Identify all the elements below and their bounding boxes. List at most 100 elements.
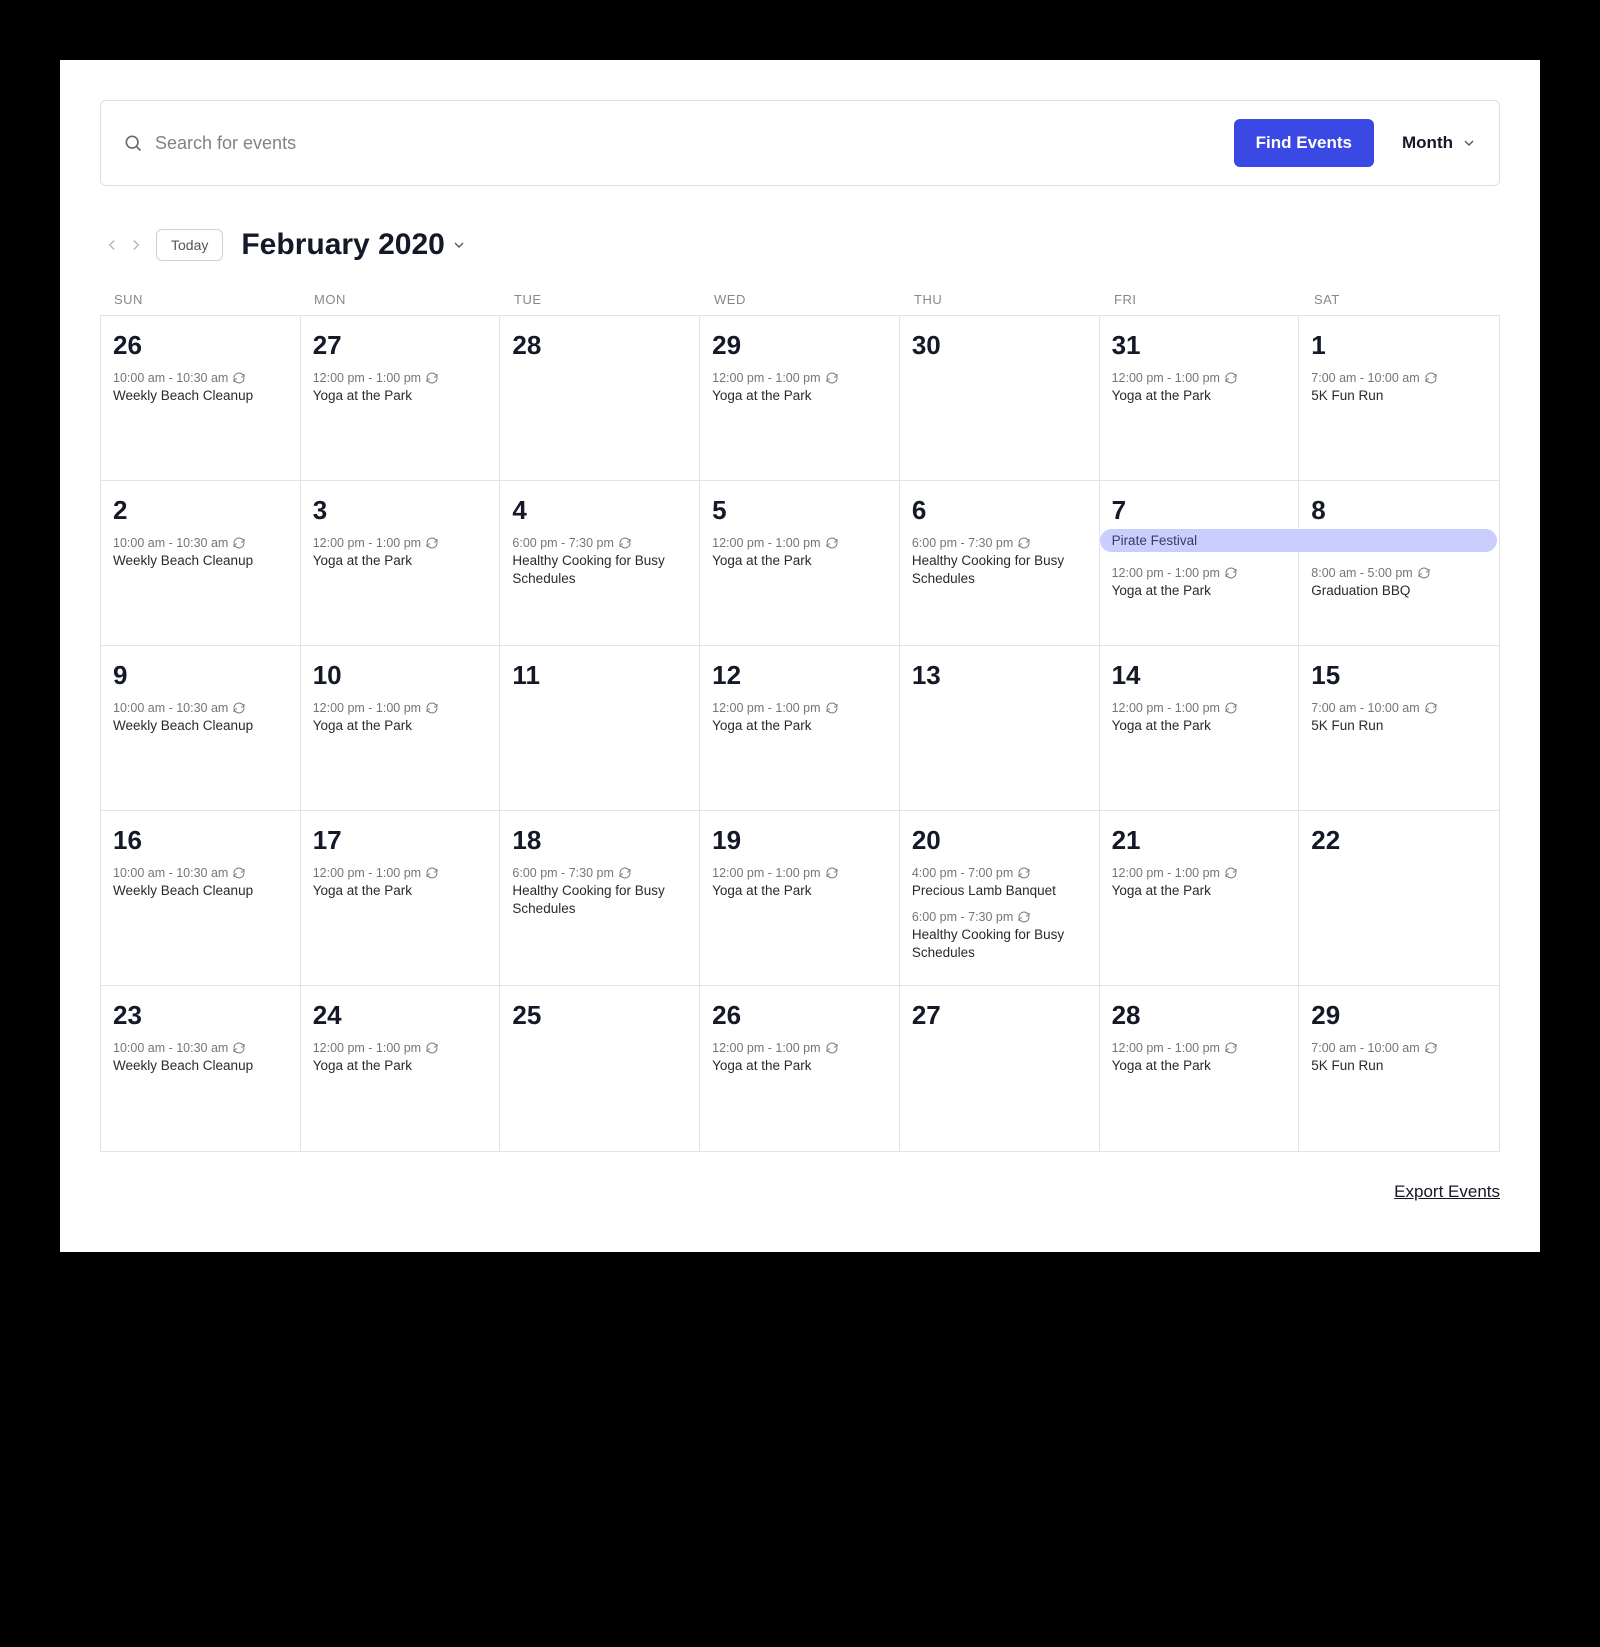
- day-cell[interactable]: 2310:00 am - 10:30 amWeekly Beach Cleanu…: [101, 986, 301, 1151]
- prev-month-button[interactable]: [100, 233, 124, 257]
- day-cell[interactable]: 28: [500, 316, 700, 481]
- event[interactable]: 10:00 am - 10:30 amWeekly Beach Cleanup: [113, 701, 288, 735]
- event[interactable]: 6:00 pm - 7:30 pmHealthy Cooking for Bus…: [512, 866, 687, 918]
- event-time: 6:00 pm - 7:30 pm: [512, 866, 687, 880]
- day-cell[interactable]: 1012:00 pm - 1:00 pmYoga at the Park: [301, 646, 501, 811]
- day-number: 14: [1112, 660, 1287, 691]
- day-number: 29: [712, 330, 887, 361]
- event[interactable]: 10:00 am - 10:30 amWeekly Beach Cleanup: [113, 536, 288, 570]
- day-number: 7: [1112, 495, 1287, 526]
- day-cell[interactable]: 297:00 am - 10:00 am5K Fun Run: [1299, 986, 1499, 1151]
- event[interactable]: 12:00 pm - 1:00 pmYoga at the Park: [313, 371, 488, 405]
- view-selector[interactable]: Month: [1402, 133, 1477, 153]
- export-events-link[interactable]: Export Events: [1394, 1182, 1500, 1201]
- day-cell[interactable]: 30: [900, 316, 1100, 481]
- day-header: WED: [700, 292, 900, 307]
- event-title: Weekly Beach Cleanup: [113, 882, 288, 900]
- day-cell[interactable]: 88:00 am - 5:00 pmGraduation BBQ: [1299, 481, 1499, 646]
- day-number: 9: [113, 660, 288, 691]
- day-cell[interactable]: 312:00 pm - 1:00 pmYoga at the Park: [301, 481, 501, 646]
- recurring-icon: [426, 702, 438, 714]
- event[interactable]: 12:00 pm - 1:00 pmYoga at the Park: [313, 866, 488, 900]
- day-cell[interactable]: 14 12:00 pm - 1:00 pmYoga at the Park: [1100, 646, 1300, 811]
- day-cell[interactable]: 204:00 pm - 7:00 pmPrecious Lamb Banquet…: [900, 811, 1100, 986]
- day-cell[interactable]: 2412:00 pm - 1:00 pmYoga at the Park: [301, 986, 501, 1151]
- event[interactable]: 4:00 pm - 7:00 pmPrecious Lamb Banquet: [912, 866, 1087, 900]
- day-number: 21: [1112, 825, 1287, 856]
- event[interactable]: 12:00 pm - 1:00 pmYoga at the Park: [313, 701, 488, 735]
- recurring-icon: [826, 537, 838, 549]
- day-number: 28: [512, 330, 687, 361]
- event[interactable]: 12:00 pm - 1:00 pmYoga at the Park: [712, 701, 887, 735]
- event-time: 12:00 pm - 1:00 pm: [313, 866, 488, 880]
- recurring-icon: [233, 702, 245, 714]
- day-number: 18: [512, 825, 687, 856]
- day-cell[interactable]: 3112:00 pm - 1:00 pmYoga at the Park: [1100, 316, 1300, 481]
- day-cell[interactable]: 1912:00 pm - 1:00 pmYoga at the Park: [700, 811, 900, 986]
- day-cell[interactable]: 18 6:00 pm - 7:30 pmHealthy Cooking for B…: [500, 811, 700, 986]
- search-input[interactable]: [155, 133, 1218, 154]
- chevron-left-icon: [103, 236, 121, 254]
- recurring-icon: [826, 372, 838, 384]
- day-cell[interactable]: 2612:00 pm - 1:00 pmYoga at the Park: [700, 986, 900, 1151]
- event[interactable]: 12:00 pm - 1:00 pmYoga at the Park: [712, 1041, 887, 1075]
- recurring-icon: [1225, 1042, 1237, 1054]
- day-cell[interactable]: 210:00 am - 10:30 amWeekly Beach Cleanup: [101, 481, 301, 646]
- day-cell[interactable]: 512:00 pm - 1:00 pmYoga at the Park: [700, 481, 900, 646]
- today-button[interactable]: Today: [156, 229, 223, 261]
- event[interactable]: 8:00 am - 5:00 pmGraduation BBQ: [1311, 566, 1487, 600]
- event[interactable]: 12:00 pm - 1:00 pmYoga at the Park: [1112, 566, 1287, 600]
- event[interactable]: 10:00 am - 10:30 amWeekly Beach Cleanup: [113, 1041, 288, 1075]
- event[interactable]: 6:00 pm - 7:30 pmHealthy Cooking for Bus…: [912, 910, 1087, 962]
- day-cell[interactable]: 11: [500, 646, 700, 811]
- day-cell[interactable]: 25: [500, 986, 700, 1151]
- event[interactable]: 6:00 pm - 7:30 pmHealthy Cooking for Bus…: [912, 536, 1087, 588]
- recurring-icon: [426, 1042, 438, 1054]
- event[interactable]: 12:00 pm - 1:00 pmYoga at the Park: [712, 371, 887, 405]
- event-time: 10:00 am - 10:30 am: [113, 866, 288, 880]
- day-cell[interactable]: 2712:00 pm - 1:00 pmYoga at the Park: [301, 316, 501, 481]
- day-cell[interactable]: 157:00 am - 10:00 am5K Fun Run: [1299, 646, 1499, 811]
- day-cell[interactable]: 2610:00 am - 10:30 amWeekly Beach Cleanu…: [101, 316, 301, 481]
- recurring-icon: [1018, 537, 1030, 549]
- event-title: 5K Fun Run: [1311, 1057, 1487, 1075]
- day-number: 22: [1311, 825, 1487, 856]
- event-time: 12:00 pm - 1:00 pm: [712, 701, 887, 715]
- event[interactable]: 7:00 am - 10:00 am5K Fun Run: [1311, 371, 1487, 405]
- day-cell[interactable]: 17:00 am - 10:00 am5K Fun Run: [1299, 316, 1499, 481]
- event-title: Weekly Beach Cleanup: [113, 717, 288, 735]
- multiday-event[interactable]: Pirate Festival: [1100, 529, 1497, 552]
- event[interactable]: 12:00 pm - 1:00 pmYoga at the Park: [712, 536, 887, 570]
- event[interactable]: 12:00 pm - 1:00 pmYoga at the Park: [1112, 1041, 1287, 1075]
- event[interactable]: 10:00 am - 10:30 amWeekly Beach Cleanup: [113, 371, 288, 405]
- day-cell[interactable]: 13: [900, 646, 1100, 811]
- day-cell[interactable]: 2812:00 pm - 1:00 pmYoga at the Park: [1100, 986, 1300, 1151]
- day-cell[interactable]: 29 12:00 pm - 1:00 pmYoga at the Park: [700, 316, 900, 481]
- next-month-button[interactable]: [124, 233, 148, 257]
- day-cell[interactable]: 1212:00 pm - 1:00 pmYoga at the Park: [700, 646, 900, 811]
- recurring-icon: [1225, 567, 1237, 579]
- day-cell[interactable]: 9 10:00 am - 10:30 amWeekly Beach Cleanup: [101, 646, 301, 811]
- event[interactable]: 7:00 am - 10:00 am5K Fun Run: [1311, 701, 1487, 735]
- day-cell[interactable]: 46:00 pm - 7:30 pmHealthy Cooking for Bu…: [500, 481, 700, 646]
- event[interactable]: 12:00 pm - 1:00 pmYoga at the Park: [1112, 866, 1287, 900]
- month-picker[interactable]: February 2020: [241, 228, 466, 262]
- recurring-icon: [619, 537, 631, 549]
- day-cell[interactable]: 1610:00 am - 10:30 amWeekly Beach Cleanu…: [101, 811, 301, 986]
- event[interactable]: 7:00 am - 10:00 am5K Fun Run: [1311, 1041, 1487, 1075]
- find-events-button[interactable]: Find Events: [1234, 119, 1374, 167]
- day-cell[interactable]: 27: [900, 986, 1100, 1151]
- day-cell[interactable]: 1712:00 pm - 1:00 pmYoga at the Park: [301, 811, 501, 986]
- event[interactable]: 12:00 pm - 1:00 pmYoga at the Park: [712, 866, 887, 900]
- day-cell[interactable]: 22: [1299, 811, 1499, 986]
- day-cell[interactable]: 21 12:00 pm - 1:00 pmYoga at the Park: [1100, 811, 1300, 986]
- event[interactable]: 12:00 pm - 1:00 pmYoga at the Park: [313, 536, 488, 570]
- recurring-icon: [1425, 372, 1437, 384]
- event[interactable]: 6:00 pm - 7:30 pmHealthy Cooking for Bus…: [512, 536, 687, 588]
- event[interactable]: 12:00 pm - 1:00 pmYoga at the Park: [1112, 371, 1287, 405]
- event[interactable]: 10:00 am - 10:30 am Weekly Beach Cleanup: [113, 866, 288, 900]
- day-cell[interactable]: 7Pirate Festival12:00 pm - 1:00 pmYoga a…: [1100, 481, 1300, 646]
- event[interactable]: 12:00 pm - 1:00 pmYoga at the Park: [313, 1041, 488, 1075]
- day-cell[interactable]: 66:00 pm - 7:30 pmHealthy Cooking for Bu…: [900, 481, 1100, 646]
- event[interactable]: 12:00 pm - 1:00 pmYoga at the Park: [1112, 701, 1287, 735]
